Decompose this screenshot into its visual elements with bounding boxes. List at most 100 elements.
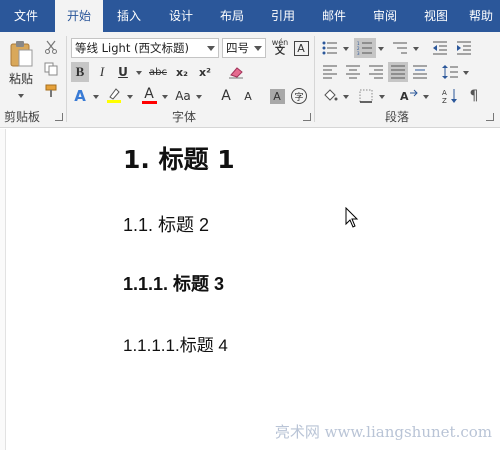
enclose-characters-button[interactable]: 字 [290,86,308,106]
align-center-button[interactable] [343,62,363,82]
subscript-button[interactable]: x₂ [172,62,192,82]
show-marks-button[interactable]: ¶ [464,86,484,106]
decrease-indent-icon [433,41,447,55]
borders-icon [359,89,373,103]
tab-mailings[interactable]: 邮件 [309,0,359,32]
highlight-button[interactable] [104,84,124,106]
align-center-icon [346,65,360,79]
svg-text:3: 3 [357,51,360,55]
font-name-value: 等线 Light (西文标题) [75,41,189,55]
strikethrough-button[interactable]: abc [146,62,170,82]
enclose-characters-icon: 字 [291,88,307,104]
font-color-swatch [141,100,157,104]
decrease-indent-button[interactable] [430,38,450,58]
shrink-font-button[interactable]: A [239,86,257,106]
clipboard-launcher[interactable] [55,113,63,121]
font-size-combo[interactable]: 四号 [222,38,266,58]
font-group-label: 字体 [172,110,197,124]
tab-design[interactable]: 设计 [156,0,206,32]
heading-1[interactable]: 1. 标题 1 [123,140,235,176]
shading-button[interactable] [320,86,340,106]
clear-formatting-button[interactable] [226,62,246,82]
ribbon-home: 粘贴 剪贴板 等线 Light (西文标题) 四号 wén 文 A B I U … [0,32,500,128]
chinese-layout-dropdown[interactable] [423,95,429,99]
phonetic-guide-button[interactable]: wén 文 [270,38,290,58]
italic-button[interactable]: I [93,62,111,82]
tab-home[interactable]: 开始 [55,0,103,32]
tab-help[interactable]: 帮助 [462,0,500,32]
tab-layout[interactable]: 布局 [207,0,257,32]
text-effects-dropdown[interactable] [93,95,99,99]
sort-icon: AZ [442,89,457,104]
phonetic-icon: 文 [275,46,285,57]
heading-2[interactable]: 1.1. 标题 2 [123,211,209,237]
tab-view[interactable]: 视图 [411,0,461,32]
paste-label: 粘贴 [8,71,33,86]
highlight-dropdown[interactable] [127,95,133,99]
svg-text:Z: Z [442,97,447,104]
tab-insert[interactable]: 插入 [104,0,154,32]
multilevel-list-button[interactable] [390,38,410,58]
multilevel-list-dropdown[interactable] [413,47,419,51]
underline-dropdown[interactable] [136,71,142,75]
increase-indent-icon [457,41,471,55]
watermark: 亮术网 www.liangshunet.com [274,423,492,441]
align-left-button[interactable] [320,62,340,82]
svg-text:A: A [400,90,409,103]
paste-button[interactable]: 粘贴 [4,38,38,88]
format-painter-button[interactable] [42,82,60,100]
cut-button[interactable] [42,38,60,56]
distributed-icon [413,65,427,79]
paste-dropdown[interactable] [18,94,24,98]
align-right-button[interactable] [366,62,386,82]
chevron-down-icon [254,46,262,51]
line-spacing-button[interactable] [440,62,460,82]
sort-text-direction-button[interactable]: A [398,86,420,106]
bullets-button[interactable] [320,38,340,58]
clipboard-group-label: 剪贴板 [4,110,41,124]
paint-bucket-icon [324,89,338,101]
tab-file[interactable]: 文件 [0,0,52,32]
font-name-combo[interactable]: 等线 Light (西文标题) [71,38,219,58]
character-shading-button[interactable]: A [268,86,286,106]
numbering-dropdown[interactable] [378,47,384,51]
heading-3[interactable]: 1.1.1. 标题 3 [123,270,224,296]
superscript-button[interactable]: x² [195,62,215,82]
character-border-button[interactable]: A [292,38,310,58]
borders-button[interactable] [356,86,376,106]
bullets-dropdown[interactable] [343,47,349,51]
align-right-icon [369,65,383,79]
justify-button[interactable] [388,62,408,82]
pilcrow-icon: ¶ [469,88,479,104]
shading-dropdown[interactable] [343,95,349,99]
group-separator [66,36,67,122]
font-color-button[interactable]: A [139,84,159,106]
mouse-cursor-icon [345,207,359,228]
character-border-icon: A [293,40,309,56]
sort-button[interactable]: AZ [440,86,460,106]
distributed-button[interactable] [410,62,430,82]
numbering-button[interactable]: 1 2 3 [354,38,376,58]
paste-icon [10,40,33,66]
font-color-dropdown[interactable] [162,95,168,99]
change-case-dropdown[interactable] [196,95,202,99]
line-spacing-dropdown[interactable] [463,71,469,75]
bold-button[interactable]: B [71,62,89,82]
font-launcher[interactable] [303,113,311,121]
heading-4[interactable]: 1.1.1.1.标题 4 [123,331,228,356]
scissors-icon [45,40,57,54]
text-effects-button[interactable]: A [71,86,89,106]
underline-button[interactable]: U [114,62,132,82]
copy-button[interactable] [42,60,60,78]
document-canvas[interactable] [0,129,500,450]
grow-font-button[interactable]: A [217,86,235,106]
increase-indent-button[interactable] [454,38,474,58]
tab-references[interactable]: 引用 [258,0,308,32]
change-case-button[interactable]: Aa [172,86,194,106]
group-separator [314,36,315,122]
document-left-margin [0,129,6,450]
borders-dropdown[interactable] [379,95,385,99]
tab-review[interactable]: 审阅 [360,0,410,32]
paragraph-launcher[interactable] [486,113,494,121]
chinese-layout-icon: A [400,89,418,103]
